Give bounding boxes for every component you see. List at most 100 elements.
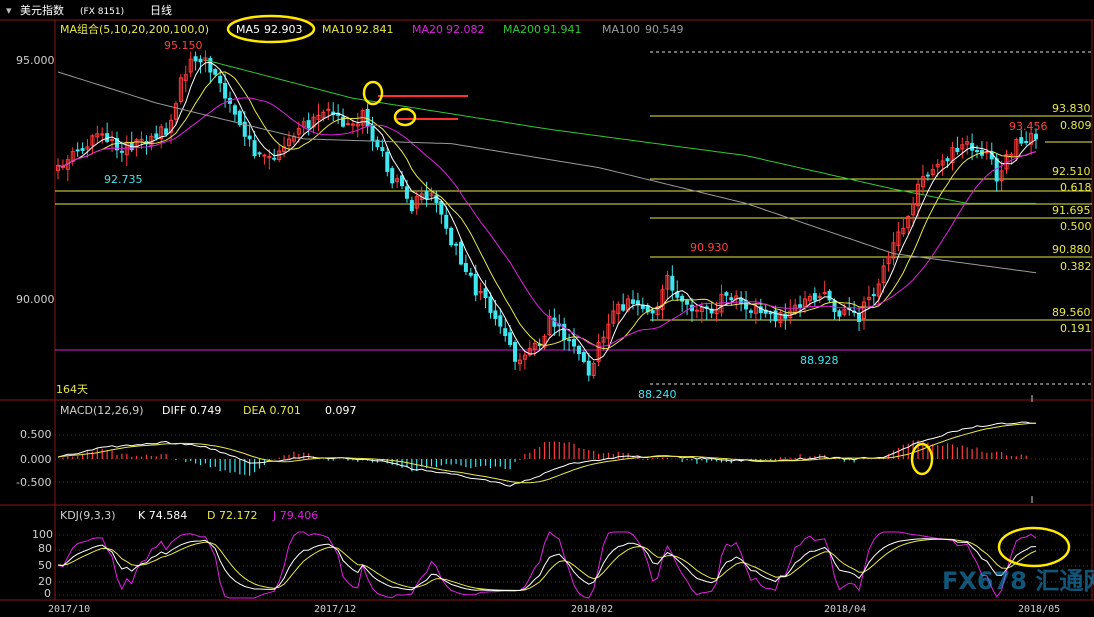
fib-price-0191: 89.560	[1052, 306, 1091, 319]
watermark-logo: FX678 汇通网	[942, 567, 1094, 595]
macd-y-tick-1: 0.000	[20, 453, 52, 466]
candle-body	[650, 310, 655, 314]
ma10-label: MA10	[322, 23, 353, 36]
candle-body	[945, 158, 950, 162]
x-tick-2018-02: 2018/02	[571, 604, 613, 615]
candle-body	[60, 165, 65, 168]
peak-highlight-circle-2	[393, 107, 417, 127]
window-header: ▾ 美元指数 (FX 8151) 日线	[6, 3, 172, 17]
ma-indicator-label[interactable]: MA组合(5,10,20,200,100,0)	[60, 22, 209, 36]
fib-ratio-0618: 0.618	[1060, 181, 1092, 194]
candle-body	[783, 313, 788, 319]
candle-body	[193, 56, 198, 62]
candle-body	[370, 124, 375, 142]
kdj-d-value: D 72.172	[207, 509, 257, 522]
candle-body	[685, 300, 690, 305]
candle-body	[739, 298, 744, 304]
instrument-symbol: (FX 8151)	[80, 7, 124, 17]
candle-body	[857, 313, 862, 322]
kdj-d-line	[57, 538, 1037, 591]
candle-body	[812, 293, 817, 301]
ma200-label: MA200	[503, 23, 541, 36]
candle-body	[380, 147, 385, 152]
candle-body	[345, 123, 350, 126]
candle-body	[400, 175, 405, 187]
bars-count-label: 164天	[56, 383, 88, 396]
candle-body	[493, 310, 498, 319]
kdj-k-value: K 74.584	[138, 509, 187, 522]
macd-diff-value: DIFF 0.749	[162, 404, 221, 417]
candle-body	[488, 296, 493, 313]
ma20-line	[57, 97, 1037, 347]
candle-body	[198, 58, 203, 63]
macd-y-tick-2: -0.500	[16, 476, 51, 489]
candle-body	[463, 263, 468, 272]
x-axis: 2017/10 2017/12 2018/02 2018/04 2018/05	[48, 604, 1060, 615]
macd-diff-line	[57, 421, 1037, 487]
kdj-k-line	[57, 538, 1037, 592]
candle-body	[164, 128, 169, 135]
stock-chart[interactable]: ▾ 美元指数 (FX 8151) 日线 MA组合(5,10,20,200,100…	[0, 0, 1094, 617]
fib-price-0382: 90.880	[1052, 243, 1091, 256]
annotation-high-mar: 90.930	[690, 241, 729, 254]
candle-body	[218, 75, 223, 84]
candle-body	[439, 200, 444, 215]
kdj-y-tick-100: 100	[32, 528, 53, 541]
candle-body	[110, 139, 115, 142]
macd-indicator-label[interactable]: MACD(12,26,9)	[60, 404, 144, 417]
candle-body	[390, 168, 395, 184]
candle-body	[621, 304, 626, 311]
fib-ratio-0500: 0.500	[1060, 220, 1092, 233]
peak-highlight-circle-1	[362, 80, 384, 106]
candle-body	[483, 288, 488, 299]
ma10-line	[57, 71, 1037, 350]
main-y-axis: 95.000 90.000 164天	[16, 54, 88, 396]
candle-body	[232, 105, 237, 115]
candle-body	[837, 310, 842, 317]
candle-body	[306, 120, 311, 129]
menu-caret-icon[interactable]: ▾	[6, 4, 12, 17]
candle-body	[670, 275, 675, 291]
candle-body	[404, 186, 409, 199]
candle-body	[576, 345, 581, 354]
ma200-line	[205, 59, 1036, 204]
fib-price-0618: 92.510	[1052, 165, 1091, 178]
candle-body	[473, 273, 478, 296]
candle-body	[237, 110, 242, 125]
ma10-number: 92.841	[355, 23, 394, 36]
macd-series	[57, 421, 1037, 487]
kdj-indicator-label[interactable]: KDJ(9,3,3)	[60, 509, 116, 522]
kdj-panel: KDJ(9,3,3) K 74.584 D 72.172 J 79.406 10…	[32, 509, 1071, 600]
candle-body	[773, 310, 778, 322]
ma200-number: 91.941	[543, 23, 582, 36]
candle-body	[768, 312, 773, 315]
candle-body	[468, 272, 473, 276]
x-tick-2018-05: 2018/05	[1018, 604, 1060, 615]
candle-body	[925, 174, 930, 177]
x-tick-2017-12: 2017/12	[314, 604, 356, 615]
y-tick-95: 95.000	[16, 54, 55, 67]
period-label[interactable]: 日线	[150, 3, 172, 17]
annotation-latest-high: 93.456	[1009, 120, 1048, 133]
candle-body	[955, 147, 960, 152]
ma100-number: 90.549	[645, 23, 684, 36]
candle-body	[798, 304, 803, 309]
candle-body	[75, 149, 80, 152]
macd-dea-value: DEA 0.701	[243, 404, 301, 417]
ma20-number: 92.082	[446, 23, 485, 36]
candle-body	[567, 339, 572, 342]
annotation-low-oct: 92.735	[104, 173, 143, 186]
candle-body	[503, 328, 508, 337]
candle-body	[454, 243, 459, 246]
candle-body	[498, 315, 503, 327]
ma20-label: MA20	[412, 23, 443, 36]
macd-hist-value: 0.097	[325, 404, 357, 417]
candle-body	[1024, 140, 1029, 144]
candle-body	[994, 158, 999, 182]
candle-body	[257, 152, 262, 155]
x-tick-2018-04: 2018/04	[824, 604, 866, 615]
kdj-j-value: J 79.406	[272, 509, 318, 522]
candle-body	[1019, 137, 1024, 144]
candle-body	[326, 108, 331, 111]
kdj-y-tick-50: 50	[38, 559, 52, 572]
